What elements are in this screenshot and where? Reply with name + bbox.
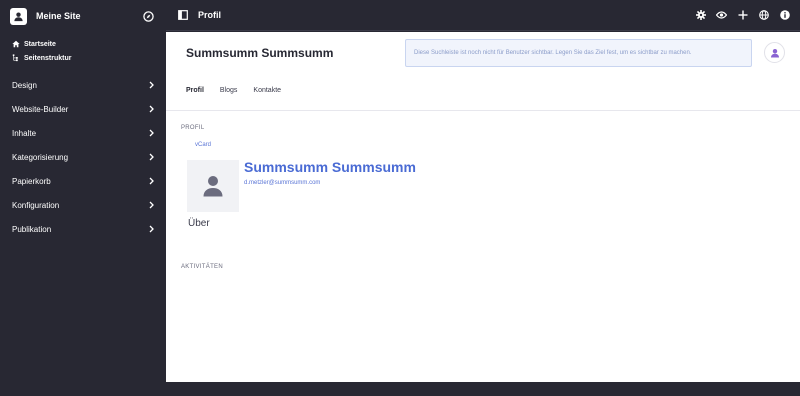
sidebar-menu: Design Website-Builder Inhalte Kategoris… <box>0 73 166 241</box>
search-bar-notice: Diese Suchleiste ist noch nicht für Benu… <box>405 39 752 67</box>
quick-link-label: Startseite <box>24 40 56 48</box>
site-name[interactable]: Meine Site <box>36 11 142 21</box>
sidebar-item-inhalte[interactable]: Inhalte <box>0 121 166 145</box>
sidebar-item-kategorisierung[interactable]: Kategorisierung <box>0 145 166 169</box>
sidebar-toggle-icon[interactable] <box>178 10 189 21</box>
sidebar-item-label: Konfiguration <box>12 200 60 210</box>
chevron-right-icon <box>148 177 156 185</box>
sidebar-item-papierkorb[interactable]: Papierkorb <box>0 169 166 193</box>
user-icon <box>770 48 779 57</box>
bottom-strip <box>166 382 800 396</box>
section-profil-label: PROFIL <box>181 125 205 131</box>
eye-icon[interactable] <box>716 10 727 21</box>
sidebar-item-label: Inhalte <box>12 128 37 138</box>
sidebar-item-label: Papierkorb <box>12 176 51 186</box>
sidebar-item-konfiguration[interactable]: Konfiguration <box>0 193 166 217</box>
profile-header: Summsumm Summsumm Diese Suchleiste ist n… <box>166 32 800 111</box>
sidebar-item-label: Publikation <box>12 224 52 234</box>
sidebar-item-label: Kategorisierung <box>12 152 69 162</box>
chevron-right-icon <box>148 201 156 209</box>
profile-tabs: Profil Blogs Kontakte <box>186 87 281 94</box>
tab-kontakte[interactable]: Kontakte <box>253 87 281 94</box>
sidebar-item-label: Website-Builder <box>12 104 69 114</box>
chevron-right-icon <box>148 105 156 113</box>
profile-display-name: Summsumm Summsumm <box>244 159 416 175</box>
compass-icon[interactable] <box>142 10 154 22</box>
top-bar: Profil <box>166 0 800 31</box>
chevron-right-icon <box>148 153 156 161</box>
sidebar-item-publikation[interactable]: Publikation <box>0 217 166 241</box>
sidebar-item-label: Design <box>12 80 37 90</box>
profile-email[interactable]: d.metzler@summsumm.com <box>244 180 320 186</box>
user-placeholder-icon <box>203 176 223 197</box>
plus-icon[interactable] <box>737 10 748 21</box>
home-icon <box>12 40 21 49</box>
chevron-right-icon <box>148 129 156 137</box>
user-avatar-button[interactable] <box>764 42 785 63</box>
vcard-link[interactable]: vCard <box>195 142 211 148</box>
user-name: Summsumm Summsumm <box>186 46 334 60</box>
toolbar-icons <box>695 10 790 21</box>
sidebar: Meine Site Startseite Seitenstruktur Des… <box>0 0 166 396</box>
gear-icon[interactable] <box>695 10 706 21</box>
page-title: Profil <box>198 10 222 20</box>
tab-profil[interactable]: Profil <box>186 87 204 94</box>
quick-link-seitenstruktur[interactable]: Seitenstruktur <box>0 51 166 65</box>
chevron-right-icon <box>148 81 156 89</box>
info-icon[interactable] <box>779 10 790 21</box>
chevron-right-icon <box>148 225 156 233</box>
quick-link-label: Seitenstruktur <box>24 54 72 62</box>
profile-portrait <box>187 160 239 212</box>
sidebar-item-design[interactable]: Design <box>0 73 166 97</box>
sidebar-header: Meine Site <box>0 0 166 32</box>
tab-blogs[interactable]: Blogs <box>220 87 238 94</box>
globe-icon[interactable] <box>758 10 769 21</box>
section-aktivitaeten-label: AKTIVITÄTEN <box>181 264 223 270</box>
quick-link-startseite[interactable]: Startseite <box>0 37 166 51</box>
quick-links: Startseite Seitenstruktur <box>0 32 166 65</box>
about-heading: Über <box>188 218 210 229</box>
sidebar-item-website-builder[interactable]: Website-Builder <box>0 97 166 121</box>
main-content: Summsumm Summsumm Diese Suchleiste ist n… <box>166 32 800 382</box>
site-icon[interactable] <box>10 7 27 25</box>
tree-icon <box>12 54 21 63</box>
